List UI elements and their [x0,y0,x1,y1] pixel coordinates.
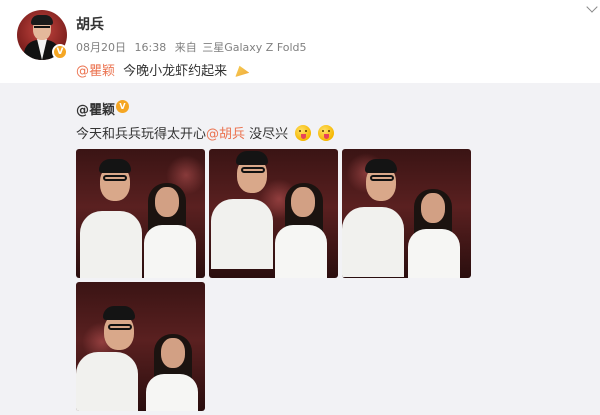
post-content: @瞿颖 今晚小龙虾约起来 [76,60,250,79]
post-time: 16:38 [134,41,167,54]
verified-badge-icon: V [52,44,68,60]
woman-head [155,187,179,217]
post-source-device[interactable]: 三星Galaxy Z Fold5 [202,41,306,54]
man-hair [236,151,268,165]
woman-figure [144,225,196,278]
man-figure [76,352,138,411]
man-figure [211,199,273,269]
post-content-text: 今晚小龙虾约起来 [123,64,228,79]
party-popper-icon [235,65,250,77]
post-source-prefix: 来自 [174,41,197,54]
post-meta: 08月20日 16:38 来自 三星Galaxy Z Fold5 [76,39,312,55]
repost-author[interactable]: @瞿颖 [76,99,115,118]
woman-head [291,187,315,217]
man-hair [103,306,135,320]
woman-figure [275,225,327,278]
man-glasses [108,324,132,330]
repost-text-after: 没尽兴 [249,127,289,142]
tongue-out-emoji-icon [295,125,312,141]
post-date: 08月20日 [76,41,126,54]
avatar-hair [31,15,53,25]
author-name[interactable]: 胡兵 [76,14,104,34]
chevron-down-icon[interactable] [586,2,600,16]
repost-text-before: 今天和兵兵玩得太开心 [76,127,207,142]
photo-1[interactable] [76,149,205,278]
woman-head [161,338,185,368]
tongue-out-emoji-icon [318,125,335,141]
woman-head [421,193,445,223]
man-glasses [103,175,127,181]
woman-figure [146,374,198,411]
avatar-glasses [34,26,50,30]
man-figure [80,211,142,278]
man-hair [99,159,131,173]
repost-content: 今天和兵兵玩得太开心@胡兵 没尽兴 [76,123,335,142]
photo-3[interactable] [342,149,471,278]
photo-2[interactable] [209,149,338,278]
man-glasses [241,167,265,173]
repost-mention-link[interactable]: @胡兵 [206,127,245,142]
man-hair [365,159,397,173]
photo-4[interactable] [76,282,205,411]
weibo-post: V 胡兵 08月20日 16:38 来自 三星Galaxy Z Fold5 @瞿… [0,0,600,415]
woman-figure [408,229,460,278]
man-glasses [370,175,394,181]
post-mention-link[interactable]: @瞿颖 [76,64,115,79]
man-figure [342,207,404,277]
verified-badge-icon: V [116,100,129,113]
